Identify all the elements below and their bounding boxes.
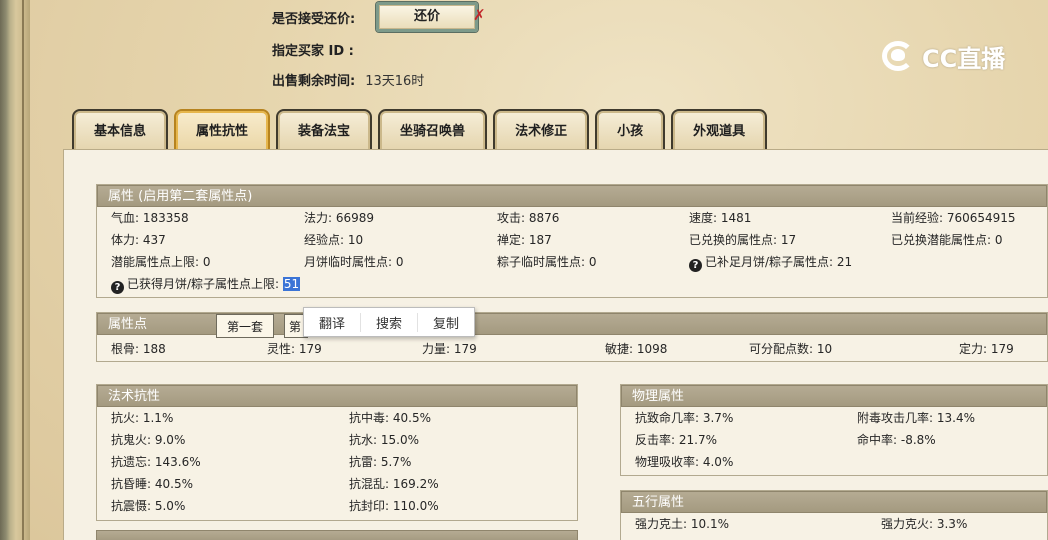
physical-section: 物理属性 抗致命几率: 3.7% 附毒攻击几率: 13.4% 反击率: 21.7… — [620, 384, 1048, 476]
context-menu: 翻译 搜索 复制 — [303, 307, 475, 337]
resist-shock: 抗震慑: 5.0% — [111, 499, 186, 513]
logo-text: CC直播 — [922, 44, 1006, 73]
attr-exchanged-points: 已兑换的属性点: 17 — [689, 233, 797, 247]
attributes-title: 属性 (启用第二套属性点) — [97, 185, 1047, 207]
bargain-button[interactable]: 还价 — [376, 2, 478, 32]
tab-equipment[interactable]: 装备法宝 — [276, 109, 373, 151]
subtab-set-1[interactable]: 第一套 — [216, 314, 275, 338]
resist-row-2: 抗鬼火: 9.0% 抗水: 15.0% — [97, 429, 577, 451]
attr-mooncake-temp: 月饼临时属性点: 0 — [304, 255, 404, 269]
physical-title: 物理属性 — [621, 385, 1047, 407]
menu-copy[interactable]: 复制 — [418, 313, 474, 332]
attr-exchanged-potential: 已兑换潜能属性点: 0 — [891, 233, 1003, 247]
help-icon[interactable]: ? — [111, 281, 124, 294]
tab-mounts-pets[interactable]: 坐骑召唤兽 — [378, 109, 488, 151]
attr-row-2: 体力: 437 经验点: 10 禅定: 187 已兑换的属性点: 17 已兑换潜… — [97, 229, 1047, 251]
tab-appearance[interactable]: 外观道具 — [671, 109, 768, 151]
point-constitution: 根骨: 188 — [111, 342, 166, 356]
remaining-time-label: 出售剩余时间: — [272, 74, 356, 89]
help-icon[interactable]: ? — [689, 259, 702, 272]
resist-forget: 抗遗忘: 143.6% — [111, 455, 201, 469]
phys-absorb: 物理吸收率: 4.0% — [635, 455, 734, 469]
five-elements-title: 五行属性 — [621, 491, 1047, 513]
point-agility: 敏捷: 1098 — [605, 342, 668, 356]
window-frame-left — [0, 0, 30, 540]
five-elements-section: 五行属性 强力克土: 10.1% 强力克火: 3.3% — [620, 490, 1048, 540]
attr-meditation: 禅定: 187 — [497, 233, 552, 247]
resist-row-4: 抗昏睡: 40.5% 抗混乱: 169.2% — [97, 473, 577, 495]
cc-live-logo: CC直播 — [880, 38, 1005, 74]
resist-thunder: 抗雷: 5.7% — [349, 455, 412, 469]
remaining-time-value: 13天16时 — [365, 74, 425, 89]
attr-potential-cap: 潜能属性点上限: 0 — [111, 255, 211, 269]
menu-translate[interactable]: 翻译 — [304, 312, 361, 332]
buyer-id-label: 指定买家 ID : — [272, 44, 354, 59]
elem-earth: 强力克土: 10.1% — [635, 517, 729, 531]
category-tabs: 基本信息 属性抗性 装备法宝 坐骑召唤兽 法术修正 小孩 外观道具 — [72, 109, 773, 151]
resist-water: 抗水: 15.0% — [349, 433, 419, 447]
point-focus: 定力: 179 — [959, 342, 1014, 356]
selected-value[interactable]: 51 — [282, 277, 301, 291]
phys-row-3: 物理吸收率: 4.0% — [621, 451, 1047, 473]
accept-bargain-label: 是否接受还价: — [272, 12, 356, 27]
resist-row-5: 抗震慑: 5.0% 抗封印: 110.0% — [97, 495, 577, 517]
accept-bargain-row: 是否接受还价: — [272, 8, 355, 27]
attr-row-4: ? 已获得月饼/粽子属性点上限: 51 — [97, 273, 1047, 295]
resist-chaos: 抗混乱: 169.2% — [349, 477, 439, 491]
phys-hit-rate: 命中率: -8.8% — [857, 433, 936, 447]
resist-ghostfire: 抗鬼火: 9.0% — [111, 433, 186, 447]
attr-supplement-points: ? 已补足月饼/粽子属性点: 21 — [689, 251, 852, 273]
buyer-id-row: 指定买家 ID : — [272, 40, 354, 59]
attr-stamina: 体力: 437 — [111, 233, 166, 247]
attr-speed: 速度: 1481 — [689, 211, 752, 225]
close-x-icon[interactable]: ✗ — [473, 6, 486, 24]
magic-resist-section: 法术抗性 抗火: 1.1% 抗中毒: 40.5% 抗鬼火: 9.0% 抗水: 1… — [96, 384, 578, 521]
resist-sleep: 抗昏睡: 40.5% — [111, 477, 193, 491]
tab-attributes-resist[interactable]: 属性抗性 — [174, 109, 271, 151]
attr-attack: 攻击: 8876 — [497, 211, 560, 225]
point-spirit: 灵性: 179 — [267, 342, 322, 356]
remaining-time-row: 出售剩余时间: 13天16时 — [272, 70, 424, 89]
tab-child[interactable]: 小孩 — [595, 109, 666, 151]
attr-row-1: 气血: 183358 法力: 66989 攻击: 8876 速度: 1481 当… — [97, 207, 1047, 229]
attr-zongzi-temp: 粽子临时属性点: 0 — [497, 255, 597, 269]
phys-counter: 反击率: 21.7% — [635, 433, 717, 447]
next-section-head — [96, 530, 578, 540]
point-strength: 力量: 179 — [422, 342, 477, 356]
resist-row-3: 抗遗忘: 143.6% 抗雷: 5.7% — [97, 451, 577, 473]
attr-hp: 气血: 183358 — [111, 211, 189, 225]
phys-anti-crit: 抗致命几率: 3.7% — [635, 411, 734, 425]
attributes-section: 属性 (启用第二套属性点) 气血: 183358 法力: 66989 攻击: 8… — [96, 184, 1048, 298]
attr-exp: 当前经验: 760654915 — [891, 211, 1016, 225]
cc-logo-icon — [880, 39, 918, 73]
attr-exp-points: 经验点: 10 — [304, 233, 364, 247]
resist-poison: 抗中毒: 40.5% — [349, 411, 431, 425]
resist-row-1: 抗火: 1.1% 抗中毒: 40.5% — [97, 407, 577, 429]
magic-resist-title: 法术抗性 — [97, 385, 577, 407]
phys-row-1: 抗致命几率: 3.7% 附毒攻击几率: 13.4% — [621, 407, 1047, 429]
points-row: 根骨: 188 灵性: 179 力量: 179 敏捷: 1098 可分配点数: … — [97, 338, 1047, 360]
tab-basic-info[interactable]: 基本信息 — [72, 109, 169, 151]
phys-row-2: 反击率: 21.7% 命中率: -8.8% — [621, 429, 1047, 451]
phys-poison-attack: 附毒攻击几率: 13.4% — [857, 411, 975, 425]
attr-row-3: 潜能属性点上限: 0 月饼临时属性点: 0 粽子临时属性点: 0 ? 已补足月饼/… — [97, 251, 1047, 273]
elem-row-1: 强力克土: 10.1% 强力克火: 3.3% — [621, 513, 1047, 535]
tab-spell-mod[interactable]: 法术修正 — [493, 109, 590, 151]
resist-seal: 抗封印: 110.0% — [349, 499, 439, 513]
attr-mp: 法力: 66989 — [304, 211, 375, 225]
attr-extra-cap: ? 已获得月饼/粽子属性点上限: 51 — [111, 273, 301, 295]
resist-fire: 抗火: 1.1% — [111, 411, 174, 425]
menu-search[interactable]: 搜索 — [361, 312, 418, 332]
point-available: 可分配点数: 10 — [749, 342, 833, 356]
elem-fire: 强力克火: 3.3% — [881, 517, 968, 531]
